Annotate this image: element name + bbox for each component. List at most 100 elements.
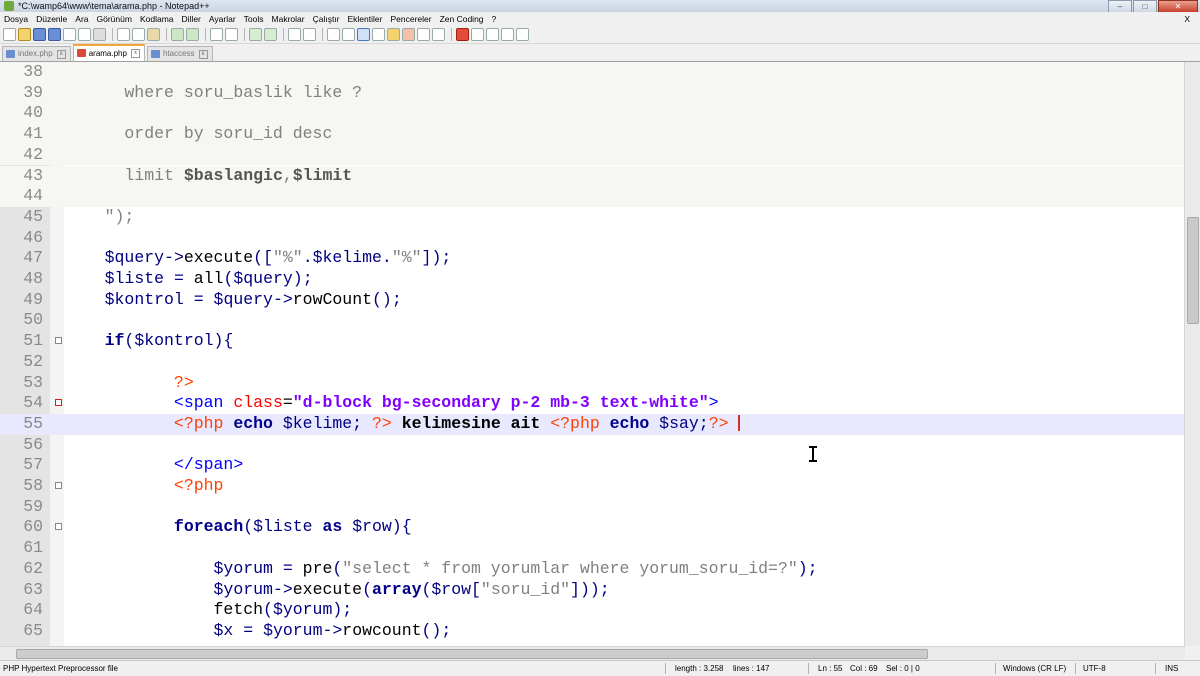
save-icon[interactable] bbox=[33, 28, 46, 41]
menu-gorunum[interactable]: Görünüm bbox=[93, 12, 136, 26]
horizontal-scroll-thumb[interactable] bbox=[16, 649, 928, 659]
stop-macro-icon[interactable] bbox=[471, 28, 484, 41]
word-wrap-icon[interactable] bbox=[327, 28, 340, 41]
code-line: 51 if($kontrol){ bbox=[0, 331, 1185, 352]
undo-icon[interactable] bbox=[171, 28, 184, 41]
record-macro-icon[interactable] bbox=[456, 28, 469, 41]
menu-diller[interactable]: Diller bbox=[178, 12, 205, 26]
monitoring-icon[interactable] bbox=[432, 28, 445, 41]
replace-icon[interactable] bbox=[225, 28, 238, 41]
tab-htaccess[interactable]: htaccess x bbox=[146, 46, 213, 61]
code-text: $liste = all($query); bbox=[104, 269, 313, 288]
code-text: <?php echo $kelime; ?> kelimesine ait <?… bbox=[65, 414, 741, 435]
code-line: 59 bbox=[0, 497, 1185, 518]
line-number: 49 bbox=[23, 289, 43, 309]
tab-close-icon[interactable]: x bbox=[130, 49, 140, 58]
new-file-icon[interactable] bbox=[3, 28, 16, 41]
code-editor[interactable]: 38 39 where soru_baslik like ? 40 41 order … bbox=[0, 62, 1185, 646]
fold-toggle-icon[interactable] bbox=[55, 482, 62, 489]
code-text: $kontrol = $query->rowCount(); bbox=[104, 289, 402, 309]
code-line: 41 order by soru_id desc bbox=[0, 124, 1185, 145]
menu-help[interactable]: ? bbox=[488, 12, 501, 26]
tab-label: htaccess bbox=[162, 49, 195, 58]
menu-ara[interactable]: Ara bbox=[71, 12, 92, 26]
open-file-icon[interactable] bbox=[18, 28, 31, 41]
status-eol: Windows (CR LF) bbox=[1003, 664, 1067, 673]
code-text: $yorum = pre("select * from yorumlar whe… bbox=[213, 558, 818, 578]
code-line: 45 "); bbox=[0, 207, 1185, 228]
code-text: $yorum->execute(array($row["soru_id"])); bbox=[213, 579, 610, 599]
indent-guide-icon[interactable] bbox=[357, 28, 370, 41]
tab-index-php[interactable]: index.php x bbox=[2, 46, 71, 61]
toolbar-separator bbox=[244, 28, 245, 41]
find-icon[interactable] bbox=[210, 28, 223, 41]
menu-kodlama[interactable]: Kodlama bbox=[136, 12, 178, 26]
show-all-chars-icon[interactable] bbox=[342, 28, 355, 41]
line-number: 46 bbox=[23, 227, 43, 247]
tab-close-icon[interactable]: x bbox=[56, 49, 66, 59]
vertical-scrollbar[interactable] bbox=[1184, 62, 1200, 646]
menu-calistir[interactable]: Çalıştır bbox=[309, 12, 344, 26]
line-number: 47 bbox=[23, 248, 43, 268]
udl-icon[interactable] bbox=[372, 28, 385, 41]
paste-icon[interactable] bbox=[147, 28, 160, 41]
cut-icon[interactable] bbox=[117, 28, 130, 41]
save-all-icon[interactable] bbox=[48, 28, 61, 41]
menu-pencereler[interactable]: Pencereler bbox=[386, 12, 435, 26]
code-line: 52 bbox=[0, 352, 1185, 373]
modified-file-icon bbox=[76, 49, 86, 57]
menu-makrolar[interactable]: Makrolar bbox=[268, 12, 309, 26]
print-icon[interactable] bbox=[93, 28, 106, 41]
menu-duzenle[interactable]: Düzenle bbox=[32, 12, 71, 26]
line-number: 60 bbox=[23, 517, 43, 537]
play-macro-icon[interactable] bbox=[486, 28, 499, 41]
window-title: *C:\wamp64\www\tema\arama.php - Notepad+… bbox=[18, 1, 210, 11]
line-number: 39 bbox=[23, 82, 43, 102]
line-number: 51 bbox=[23, 331, 43, 351]
code-text: order by soru_id desc bbox=[65, 124, 333, 144]
document-close-button[interactable]: X bbox=[1180, 12, 1194, 26]
folder-workspace-icon[interactable] bbox=[417, 28, 430, 41]
copy-icon[interactable] bbox=[132, 28, 145, 41]
toolbar-separator bbox=[205, 28, 206, 41]
fold-toggle-icon[interactable] bbox=[55, 523, 62, 531]
code-line: 42 bbox=[0, 144, 1185, 166]
status-bar: PHP Hypertext Preprocessor file length :… bbox=[0, 660, 1200, 676]
code-line: 62 $yorum = pre("select * from yorumlar … bbox=[0, 559, 1185, 580]
zoom-in-icon[interactable] bbox=[249, 28, 262, 41]
vertical-scroll-thumb[interactable] bbox=[1187, 217, 1199, 324]
horizontal-scrollbar[interactable] bbox=[0, 646, 1185, 660]
menu-tools[interactable]: Tools bbox=[240, 12, 268, 26]
fold-toggle-icon[interactable] bbox=[55, 399, 62, 407]
status-divider bbox=[808, 663, 809, 674]
close-all-icon[interactable] bbox=[78, 28, 91, 41]
doc-map-icon[interactable] bbox=[387, 28, 400, 41]
zoom-out-icon[interactable] bbox=[264, 28, 277, 41]
line-number: 40 bbox=[23, 103, 43, 123]
notepadpp-icon bbox=[4, 1, 14, 11]
sync-horizontal-icon[interactable] bbox=[303, 28, 316, 41]
tab-arama-php[interactable]: arama.php x bbox=[72, 44, 145, 61]
code-text: if($kontrol){ bbox=[104, 331, 234, 351]
code-text: fetch($yorum); bbox=[65, 600, 353, 620]
function-list-icon[interactable] bbox=[402, 28, 415, 41]
fold-toggle-icon[interactable] bbox=[55, 337, 62, 345]
menu-eklentiler[interactable]: Eklentiler bbox=[344, 12, 387, 26]
tab-close-icon[interactable]: x bbox=[198, 49, 208, 59]
code-line: 65 $x = $yorum->rowcount(); bbox=[0, 621, 1185, 642]
toolbar-separator bbox=[283, 28, 284, 41]
sync-vertical-icon[interactable] bbox=[288, 28, 301, 41]
redo-icon[interactable] bbox=[186, 28, 199, 41]
save-macro-icon[interactable] bbox=[516, 28, 529, 41]
menu-zen-coding[interactable]: Zen Coding bbox=[436, 12, 488, 26]
close-file-icon[interactable] bbox=[63, 28, 76, 41]
code-line: 64 fetch($yorum); bbox=[0, 600, 1185, 621]
menu-ayarlar[interactable]: Ayarlar bbox=[205, 12, 240, 26]
run-macro-multiple-icon[interactable] bbox=[501, 28, 514, 41]
menu-dosya[interactable]: Dosya bbox=[0, 12, 32, 26]
code-line: 39 where soru_baslik like ? bbox=[0, 82, 1185, 104]
code-line: 47 $query->execute(["%".$kelime."%"]); bbox=[0, 248, 1185, 269]
status-lines: lines : 147 bbox=[733, 664, 770, 673]
tab-label: arama.php bbox=[88, 48, 127, 58]
title-bar: *C:\wamp64\www\tema\arama.php - Notepad+… bbox=[0, 0, 1200, 13]
